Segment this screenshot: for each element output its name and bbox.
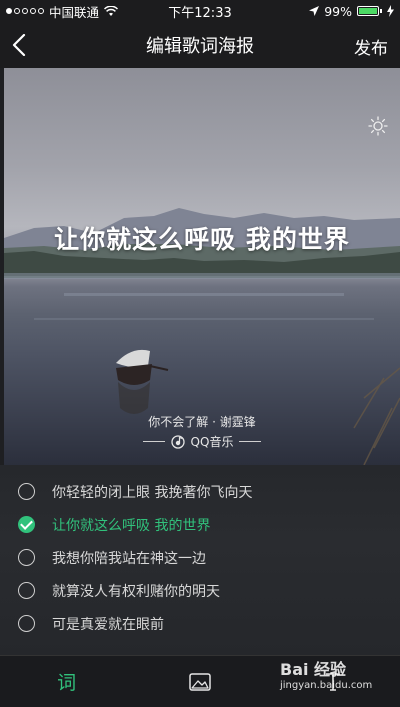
lyric-line-text: 让你就这么呼吸 我的世界 (52, 517, 211, 534)
battery-percent: 99% (324, 3, 352, 19)
status-right: 99% (309, 4, 394, 19)
lyric-line-text: 就算没人有权利赌你的明天 (52, 583, 220, 600)
lyric-row[interactable]: 只是我们是否看见 (0, 640, 400, 655)
qq-music-logo-icon (170, 434, 185, 449)
watermark-title: Bai 经验 (280, 660, 347, 679)
back-button[interactable] (12, 32, 42, 58)
lyric-line-text: 我想你陪我站在神这一边 (52, 550, 206, 567)
status-left: 中国联通 (6, 2, 119, 21)
divider (239, 441, 262, 442)
checkbox-empty-icon[interactable] (18, 582, 35, 599)
checkbox-empty-icon[interactable] (18, 615, 35, 632)
lyric-row[interactable]: 就算没人有权利赌你的明天 (0, 574, 400, 607)
poster-song-credit: 你不会了解 · 谢霆锋 (148, 415, 256, 429)
lyric-row[interactable]: 可是真爱就在眼前 (0, 607, 400, 640)
tab-image[interactable] (170, 662, 230, 702)
nav-bar: 编辑歌词海报 发布 (0, 22, 400, 68)
lyric-poster: 让你就这么呼吸 我的世界 你不会了解 · 谢霆锋 QQ音乐 (4, 68, 400, 465)
signal-dots-icon (6, 8, 44, 14)
list-item-clipped (0, 465, 400, 475)
checkbox-checked-icon[interactable] (18, 516, 35, 533)
poster-brand: QQ音乐 (4, 433, 400, 450)
publish-button[interactable]: 发布 (354, 34, 388, 59)
lyric-selection-list: 你轻轻的闭上眼 我挽著你飞向天 让你就这么呼吸 我的世界 我想你陪我站在神这一边 就算… (0, 465, 400, 655)
lyric-line-text: 你轻轻的闭上眼 我挽著你飞向天 (52, 484, 253, 501)
chevron-left-icon (12, 34, 26, 56)
lyric-row[interactable]: 我想你陪我站在神这一边 (0, 541, 400, 574)
checkbox-empty-icon[interactable] (18, 483, 35, 500)
sun-icon[interactable] (368, 116, 388, 136)
carrier-label: 中国联通 (49, 4, 100, 20)
tab-lyrics[interactable]: 词 (37, 662, 97, 702)
watermark-url: jingyan.baidu.com (280, 680, 373, 691)
page-title: 编辑歌词海报 (146, 36, 254, 57)
poster-lyric-text: 让你就这么呼吸 我的世界 (54, 225, 350, 254)
checkbox-empty-icon[interactable] (18, 549, 35, 566)
lyrics-text-icon: 词 (57, 672, 77, 694)
divider (142, 441, 165, 442)
lyric-row[interactable]: 你轻轻的闭上眼 我挽著你飞向天 (0, 475, 400, 508)
poster-background-image (4, 208, 400, 465)
lyric-row[interactable]: 让你就这么呼吸 我的世界 (0, 508, 400, 541)
image-icon (189, 672, 211, 691)
baidu-jingyan-watermark: Bai 经验 jingyan.baidu.com (280, 656, 380, 698)
brand-name: QQ音乐 (190, 435, 234, 449)
battery-fill (359, 8, 377, 14)
lyric-line-text: 可是真爱就在眼前 (52, 616, 164, 633)
battery-icon (357, 6, 382, 16)
charging-icon (387, 5, 394, 17)
location-arrow-icon (309, 6, 320, 16)
status-bar: 中国联通 下午12:33 99% (0, 0, 400, 22)
wifi-icon (104, 5, 119, 16)
